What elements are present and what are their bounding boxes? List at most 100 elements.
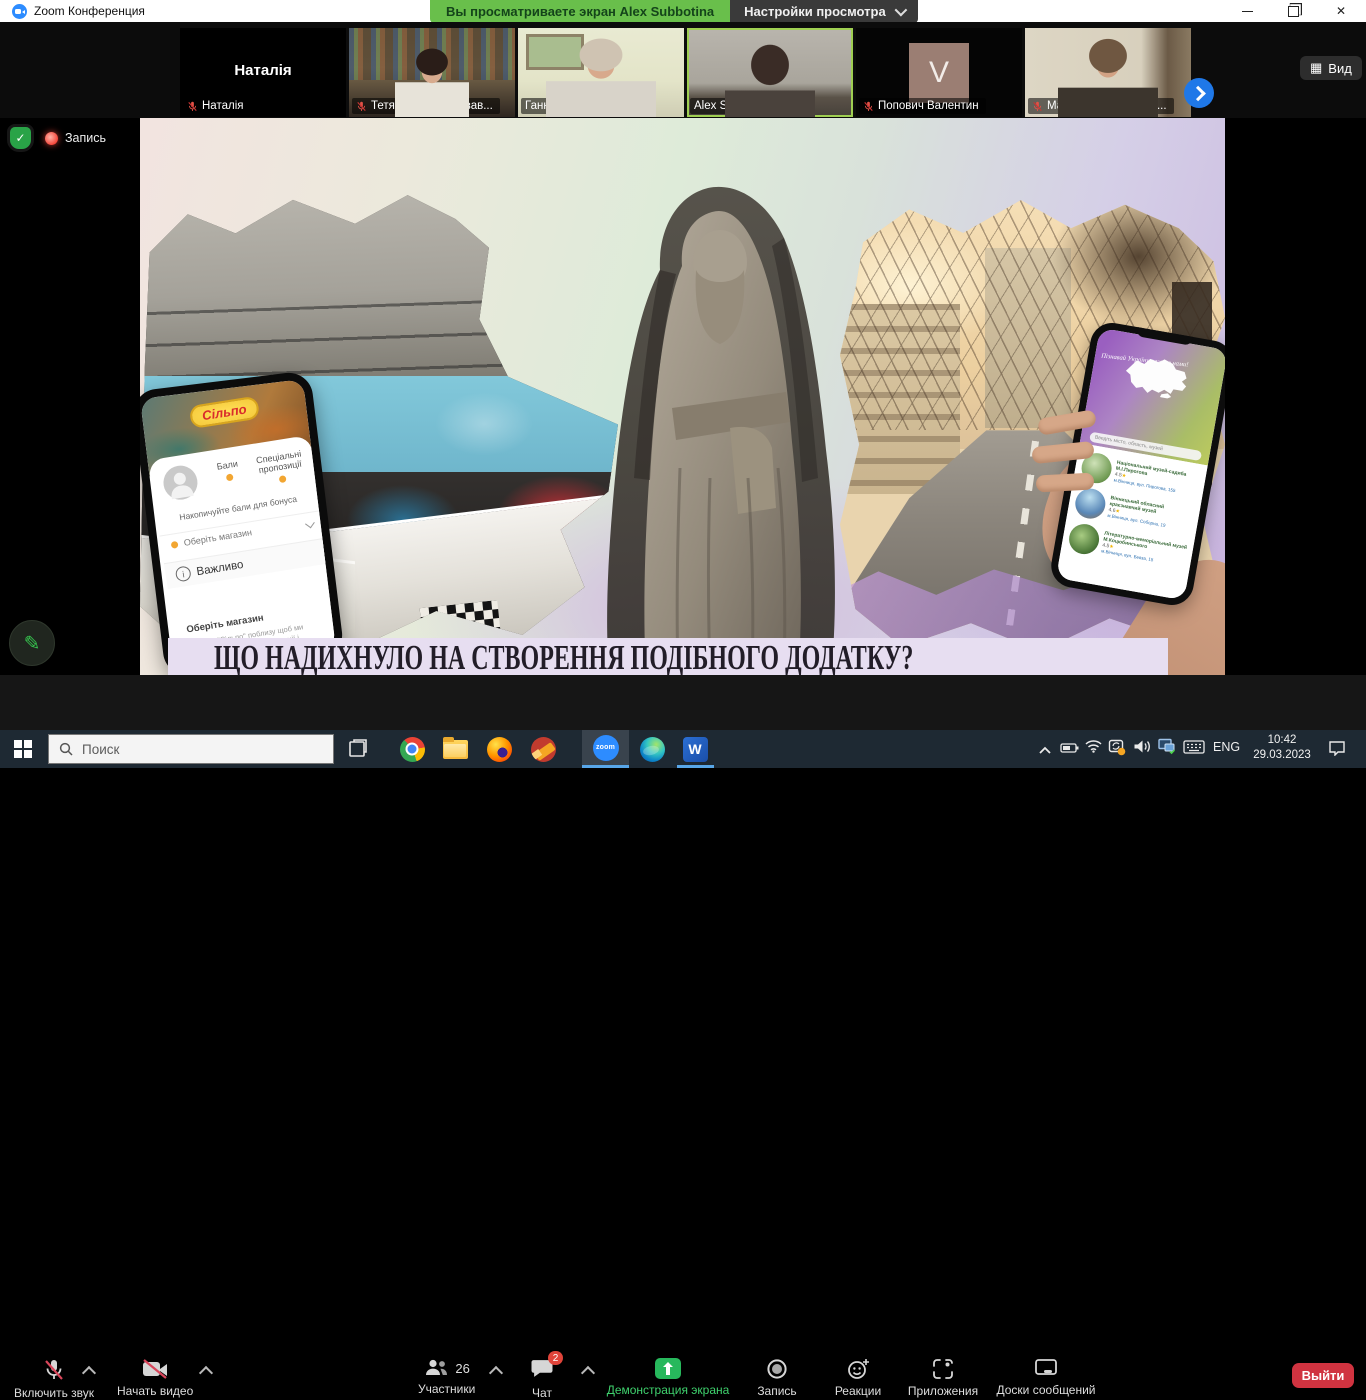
close-button[interactable]: ✕ xyxy=(1318,0,1364,22)
recording-dot-icon xyxy=(45,132,58,145)
grid-icon: ▦ xyxy=(1310,60,1322,76)
apps-button[interactable]: Приложения xyxy=(905,1358,981,1398)
restore-icon xyxy=(1288,6,1299,17)
chevron-right-icon xyxy=(1190,85,1206,101)
zoom-toolbar: Включить звук Начать видео 26 Участники … xyxy=(0,675,1366,730)
info-icon: i xyxy=(175,565,192,582)
participant-name-label: Тетяна Ткаченко, зав... xyxy=(371,100,493,112)
taskbar-explorer-icon[interactable] xyxy=(441,735,469,763)
participant-name-label: Наталія xyxy=(202,100,243,112)
minimize-button[interactable] xyxy=(1224,0,1270,22)
time: 10:42 xyxy=(1248,733,1316,748)
clock[interactable]: 10:42 29.03.2023 xyxy=(1248,733,1316,763)
taskbar-zoom-icon-active[interactable]: zoom xyxy=(582,730,629,768)
silpo-card: Бали Спеціальні пропозиції Накопичуйте б… xyxy=(148,435,336,669)
participant-tile-marina[interactable]: Марина Балджи, ОН... xyxy=(1025,28,1191,117)
camera-off-icon xyxy=(141,1358,169,1380)
share-screen-label: Демонстрация экрана xyxy=(607,1383,730,1397)
statue-photo xyxy=(580,178,860,675)
apps-label: Приложения xyxy=(908,1384,978,1398)
security-shield-icon[interactable]: ✓ xyxy=(10,127,31,149)
search-icon xyxy=(59,742,73,756)
taskbar-ccleaner-icon[interactable] xyxy=(529,735,557,763)
participant-tile-natalia[interactable]: Наталія Наталія xyxy=(180,28,346,117)
screen-share-banner: Вы просматриваете экран Alex Subbotina Н… xyxy=(430,0,918,23)
participant-tile-popovich[interactable]: V Попович Валентин xyxy=(856,28,1022,117)
participants-filmstrip: Наталія Наталія Тетяна Ткаченко, зав... … xyxy=(0,22,1366,118)
points-column[interactable]: Бали xyxy=(207,457,250,484)
reactions-button[interactable]: Реакции xyxy=(830,1358,886,1398)
points-dot xyxy=(225,473,233,481)
pencil-icon: ✎ xyxy=(24,631,41,656)
video-options-caret[interactable] xyxy=(199,1366,213,1380)
offers-column[interactable]: Спеціальні пропозиції xyxy=(250,448,310,487)
apps-icon xyxy=(932,1358,954,1380)
battery-icon[interactable] xyxy=(1060,741,1079,759)
leave-meeting-button[interactable]: Выйти xyxy=(1292,1363,1354,1388)
avatar[interactable] xyxy=(161,463,200,502)
muted-mic-icon xyxy=(42,1358,66,1382)
start-video-button[interactable]: Начать видео xyxy=(117,1358,193,1398)
taskbar-edge-icon[interactable] xyxy=(638,735,666,763)
task-view-button[interactable] xyxy=(346,738,370,760)
slide-title: ЩО НАДИХНУЛО НА СТВОРЕННЯ ПОДІБНОГО ДОДА… xyxy=(214,639,913,675)
participant-tile-ganna[interactable]: Ганна Михайліченко xyxy=(518,28,684,117)
taskbar-chrome-icon[interactable] xyxy=(398,735,426,763)
silpo-app-phone: Сільпо Бали Спеціальні пропозиції Накопи… xyxy=(140,370,345,675)
language-indicator[interactable]: ENG xyxy=(1213,740,1240,754)
tray-expand-chevron[interactable] xyxy=(1038,742,1052,760)
finger xyxy=(1036,472,1095,492)
participants-caret[interactable] xyxy=(489,1366,503,1380)
view-mode-button[interactable]: ▦Вид xyxy=(1300,56,1362,80)
start-video-label: Начать видео xyxy=(117,1384,193,1398)
shared-screen-slide: РИБА xyxy=(140,118,1225,675)
date: 29.03.2023 xyxy=(1248,748,1316,763)
unmute-button[interactable]: Включить звук xyxy=(14,1358,94,1400)
chat-badge: 2 xyxy=(548,1351,563,1365)
view-options-label: Настройки просмотра xyxy=(744,4,886,19)
chat-button[interactable]: 2 Чат xyxy=(530,1358,554,1400)
sync-notification-icon[interactable] xyxy=(1108,739,1126,761)
participant-name-label: Ганна Михайліченко xyxy=(525,100,633,112)
museum-photo xyxy=(1067,522,1102,557)
offers-dot xyxy=(278,475,286,483)
participants-button[interactable]: 26 Участники xyxy=(418,1358,475,1396)
chat-label: Чат xyxy=(532,1386,552,1400)
chevron-down-icon xyxy=(894,4,907,17)
notification-center-icon[interactable] xyxy=(1328,740,1346,761)
window-title: Zoom Конференция xyxy=(34,4,145,18)
wifi-icon[interactable] xyxy=(1085,739,1102,758)
taskbar-firefox-icon[interactable] xyxy=(485,735,513,763)
view-options-dropdown[interactable]: Настройки просмотра xyxy=(730,0,918,23)
participants-label: Участники xyxy=(418,1382,475,1396)
muted-mic-icon xyxy=(356,101,367,112)
museum-app-header: Пізнавай Україну разом з нами! Введіть м… xyxy=(1080,328,1225,466)
keyboard-icon[interactable] xyxy=(1183,740,1205,759)
viewing-screen-text: Вы просматриваете экран Alex Subbotina xyxy=(430,0,730,23)
participants-icon xyxy=(423,1358,449,1378)
museum-photo xyxy=(1073,486,1108,521)
taskbar-word-icon[interactable]: W xyxy=(681,735,709,763)
whiteboards-button[interactable]: Доски сообщений xyxy=(990,1358,1102,1397)
participant-tile-tetyana[interactable]: Тетяна Ткаченко, зав... xyxy=(349,28,515,117)
select-store-label: Оберіть магазин xyxy=(183,527,252,548)
reactions-smiley-icon xyxy=(847,1358,870,1380)
restore-button[interactable] xyxy=(1270,0,1316,22)
participant-name-label: Марина Балджи, ОН... xyxy=(1047,100,1167,112)
record-label: Запись xyxy=(757,1384,796,1398)
share-screen-button[interactable]: Демонстрация экрана xyxy=(600,1358,736,1397)
start-button[interactable] xyxy=(0,730,46,768)
display-connect-icon[interactable] xyxy=(1158,738,1177,760)
next-participants-button[interactable] xyxy=(1184,78,1214,108)
record-button[interactable]: Запись xyxy=(748,1358,806,1398)
annotate-button[interactable]: ✎ xyxy=(9,620,55,666)
participant-display-name: Наталія xyxy=(180,62,346,79)
participant-name-label: Alex Subbotina xyxy=(694,100,771,112)
store-dot-icon xyxy=(171,540,179,548)
taskbar-search-input[interactable]: Поиск xyxy=(48,734,334,764)
volume-icon[interactable] xyxy=(1133,739,1151,759)
participant-tile-alex-active-speaker[interactable]: Alex Subbotina xyxy=(687,28,853,117)
chat-caret[interactable] xyxy=(581,1366,595,1380)
whiteboards-label: Доски сообщений xyxy=(996,1383,1095,1397)
muted-mic-icon xyxy=(1032,101,1043,112)
